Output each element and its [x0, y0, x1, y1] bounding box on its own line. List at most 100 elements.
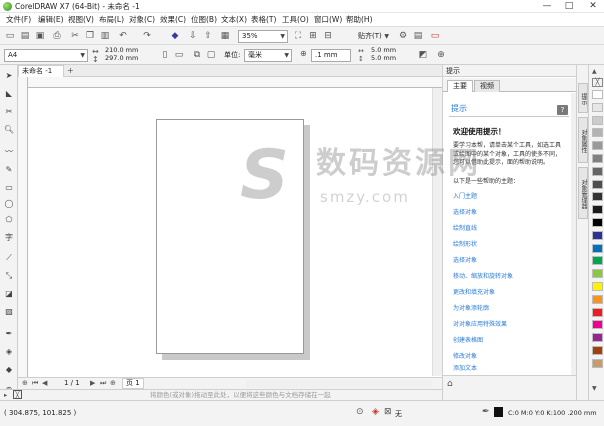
treat-as-filled-icon[interactable]: ◩: [416, 48, 430, 62]
page-height-input[interactable]: 297.0 mm: [102, 55, 152, 63]
duplicate-distance-x-input[interactable]: 5.0 mm: [368, 47, 408, 55]
toolbar-options-icon[interactable]: ⊕: [434, 48, 448, 62]
horizontal-scrollbar[interactable]: [246, 380, 432, 388]
menu-tools[interactable]: 工具(O): [282, 13, 309, 27]
topic-link[interactable]: 选择对象: [453, 209, 477, 217]
snap-to-select[interactable]: 贴齐(T) ▼: [354, 30, 392, 43]
print-icon[interactable]: ⎙: [50, 29, 64, 43]
launcher-icon[interactable]: ▦: [218, 29, 232, 43]
color-swatch[interactable]: [592, 320, 603, 330]
menu-text[interactable]: 文本(X): [221, 13, 247, 27]
horizontal-ruler[interactable]: [28, 77, 442, 88]
smart-fill-icon[interactable]: ◆: [2, 363, 16, 376]
menu-edit[interactable]: 编辑(E): [38, 13, 64, 27]
menu-bitmaps[interactable]: 位图(B): [191, 13, 217, 27]
color-swatch[interactable]: [592, 90, 603, 99]
import-icon[interactable]: ⇩: [186, 29, 200, 43]
menu-effects[interactable]: 效果(C): [160, 13, 186, 27]
menu-view[interactable]: 视图(V): [68, 13, 94, 27]
help-icon[interactable]: ?: [557, 105, 568, 115]
color-swatch[interactable]: [592, 166, 603, 176]
rectangle-tool-icon[interactable]: ▭: [2, 181, 16, 194]
topic-link[interactable]: 创建表格图: [453, 337, 483, 345]
palette-scroll-down-icon[interactable]: ▼: [592, 385, 597, 392]
topic-link[interactable]: 绘制形状: [453, 241, 477, 249]
color-swatch[interactable]: [592, 141, 603, 151]
new-tab-button[interactable]: +: [67, 65, 74, 76]
nudge-distance-input[interactable]: .1 mm: [311, 49, 351, 62]
ellipse-tool-icon[interactable]: ◯: [2, 197, 16, 210]
menu-table[interactable]: 表格(T): [251, 13, 276, 27]
new-document-icon[interactable]: ▭: [3, 29, 17, 43]
color-swatch[interactable]: [592, 333, 603, 343]
units-select[interactable]: 毫米 ▼: [244, 49, 292, 62]
pick-tool-icon[interactable]: ➤: [2, 69, 16, 82]
copy-icon[interactable]: ❐: [83, 29, 97, 43]
color-swatch[interactable]: [592, 269, 603, 279]
drop-shadow-tool-icon[interactable]: ◪: [2, 287, 16, 300]
shape-tool-icon[interactable]: ◣: [2, 87, 16, 100]
color-swatch[interactable]: [592, 230, 603, 240]
color-swatch[interactable]: [592, 154, 603, 163]
vertical-ruler[interactable]: [18, 77, 28, 377]
freehand-tool-icon[interactable]: 〰: [2, 145, 16, 158]
last-page-icon[interactable]: ⏭: [100, 378, 106, 389]
page-size-select[interactable]: A4 ▼: [4, 49, 88, 62]
side-tab-hints[interactable]: 提示: [578, 83, 588, 113]
polygon-tool-icon[interactable]: ⬠: [2, 213, 16, 226]
side-tab-object-manager[interactable]: 对象管理器: [578, 167, 588, 219]
color-swatch[interactable]: [592, 346, 603, 355]
tab-video[interactable]: 视频: [474, 80, 500, 92]
options-icon[interactable]: ⚙: [396, 29, 410, 43]
palette-options-icon[interactable]: ▸: [4, 390, 7, 400]
topic-link[interactable]: 移动、缩放和旋转对象: [453, 273, 513, 281]
zoom-level-select[interactable]: 35% ▼: [238, 30, 288, 43]
next-page-icon[interactable]: ▶: [90, 378, 95, 389]
topic-link[interactable]: 添加文本: [453, 365, 477, 373]
duplicate-distance-y-input[interactable]: 5.0 mm: [368, 55, 408, 63]
landscape-icon[interactable]: ▭: [172, 48, 186, 62]
outline-color-swatch[interactable]: [494, 407, 503, 417]
show-rulers-icon[interactable]: ⊞: [306, 29, 320, 43]
text-tool-icon[interactable]: 字: [2, 231, 16, 244]
menu-object[interactable]: 对象(C): [129, 13, 155, 27]
add-page-icon[interactable]: ⊕: [22, 378, 28, 389]
current-page-icon[interactable]: ▢: [204, 48, 218, 62]
maximize-button[interactable]: □: [558, 0, 580, 13]
redo-icon[interactable]: ↷: [140, 29, 154, 43]
portrait-icon[interactable]: ▯: [158, 48, 172, 62]
save-icon[interactable]: ▣: [33, 29, 47, 43]
side-tab-object-properties[interactable]: 对象属性: [578, 117, 588, 163]
no-color-icon[interactable]: ╳: [592, 78, 603, 87]
connector-tool-icon[interactable]: ⤡: [2, 269, 16, 282]
color-swatch[interactable]: [592, 218, 603, 227]
menu-file[interactable]: 文件(F): [6, 13, 31, 27]
color-swatch[interactable]: [592, 358, 603, 368]
app-launcher-icon[interactable]: ▤: [411, 29, 425, 43]
all-pages-icon[interactable]: ⧉: [190, 48, 204, 62]
color-swatch[interactable]: [592, 294, 603, 304]
vertical-scrollbar[interactable]: [432, 88, 442, 376]
color-swatch[interactable]: [592, 179, 603, 189]
crop-tool-icon[interactable]: ✂: [2, 105, 16, 118]
home-icon[interactable]: ⌂: [447, 379, 453, 389]
topic-link[interactable]: 选择对象: [453, 257, 477, 265]
transparency-tool-icon[interactable]: ▨: [2, 305, 16, 318]
tab-main[interactable]: 主要: [447, 80, 473, 92]
topic-link[interactable]: 对对象应用特殊效果: [453, 321, 507, 329]
topic-link[interactable]: 更改和填充对象: [453, 289, 495, 297]
color-swatch[interactable]: [592, 205, 603, 215]
interactive-fill-icon[interactable]: ◈: [2, 345, 16, 358]
show-grid-icon[interactable]: ⊟: [321, 29, 335, 43]
document-tab[interactable]: 未命名 -1: [18, 65, 64, 77]
color-swatch[interactable]: [592, 102, 603, 112]
topic-link[interactable]: 为对象添轮廓: [453, 305, 489, 313]
full-screen-icon[interactable]: ⛶: [291, 29, 305, 43]
welcome-screen-icon[interactable]: ▭: [428, 29, 442, 43]
color-swatch[interactable]: [592, 256, 603, 266]
artistic-media-tool-icon[interactable]: ✎: [2, 163, 16, 176]
menu-window[interactable]: 窗口(W): [314, 13, 342, 27]
color-swatch[interactable]: [592, 192, 603, 202]
export-icon[interactable]: ⇧: [201, 29, 215, 43]
undo-icon[interactable]: ↶: [116, 29, 130, 43]
